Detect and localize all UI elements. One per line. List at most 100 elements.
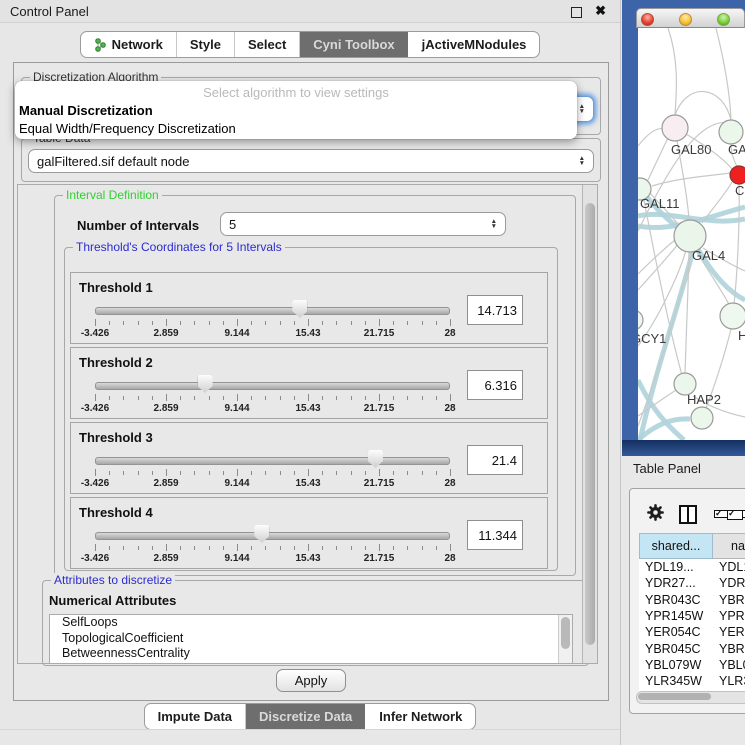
network-edge[interactable] — [734, 184, 739, 304]
slider-thumb[interactable] — [198, 375, 213, 393]
network-edge[interactable] — [675, 91, 731, 120]
float-panel-icon[interactable] — [571, 7, 582, 18]
table-data-combobox[interactable]: galFiltered.sif default node ▲▼ — [28, 149, 594, 173]
list-scrollbar[interactable] — [558, 615, 572, 663]
number-of-intervals-combobox[interactable]: 5 ▲▼ — [220, 212, 506, 236]
dropdown-placeholder: Select algorithm to view settings — [15, 83, 577, 102]
list-item[interactable]: SelfLoops — [50, 615, 572, 631]
group-title: Attributes to discretize — [51, 573, 175, 587]
table-data-group: Table Data galFiltered.sif default node … — [21, 138, 601, 182]
tab-discretize-data[interactable]: Discretize Data — [245, 704, 365, 729]
slider-thumb[interactable] — [292, 300, 307, 318]
network-node[interactable] — [638, 310, 643, 330]
slider-thumb[interactable] — [254, 525, 269, 543]
network-canvas[interactable]: GAL80GACGAL11GAL4GCY1HHAP2 — [638, 28, 745, 440]
cell-shared-name: YDL19... — [639, 560, 713, 574]
cell-shared-name: YBR045C — [639, 642, 713, 656]
list-item[interactable]: TopologicalCoefficient — [50, 631, 572, 647]
network-node[interactable] — [719, 120, 743, 144]
network-edge[interactable] — [638, 243, 679, 290]
slider-track[interactable] — [95, 382, 450, 390]
network-edge[interactable] — [668, 28, 676, 115]
scrollbar-thumb[interactable] — [585, 203, 595, 645]
network-icon — [94, 38, 107, 52]
network-node[interactable] — [730, 166, 745, 184]
node-label: GAL4 — [692, 248, 725, 263]
scrollbar-thumb[interactable] — [638, 693, 711, 700]
network-node[interactable] — [720, 303, 745, 329]
network-graph[interactable]: GAL80GACGAL11GAL4GCY1HHAP2 — [638, 28, 745, 440]
tick-label: 9.144 — [224, 328, 249, 339]
tick-label: 28 — [444, 478, 455, 489]
threshold-slider[interactable]: -3.4262.8599.14415.4321.71528 — [95, 348, 450, 420]
slider-track[interactable] — [95, 457, 450, 465]
threshold-slider[interactable]: -3.4262.8599.14415.4321.71528 — [95, 273, 450, 345]
network-node[interactable] — [691, 407, 713, 429]
threshold-slider[interactable]: -3.4262.8599.14415.4321.71528 — [95, 498, 450, 570]
column-header-name[interactable]: na — [713, 533, 745, 559]
control-panel-titlebar: Control Panel — [0, 0, 620, 23]
threshold-panel-2: Threshold 2-3.4262.8599.14415.4321.71528… — [70, 347, 548, 419]
cell-shared-name: YDR27... — [639, 576, 713, 590]
tab-cyni-toolbox[interactable]: Cyni Toolbox — [299, 32, 407, 57]
slider-tick-labels: -3.4262.8599.14415.4321.71528 — [95, 478, 450, 490]
table-row[interactable]: YBR043CYBR0 — [639, 592, 745, 608]
apply-button[interactable]: Apply — [276, 669, 347, 692]
tab-infer-network[interactable]: Infer Network — [365, 704, 475, 729]
threshold-value-field[interactable]: 21.4 — [467, 445, 523, 475]
cell-shared-name: YPR145W — [639, 609, 713, 623]
threshold-slider[interactable]: -3.4262.8599.14415.4321.71528 — [95, 423, 450, 495]
slider-tick-labels: -3.4262.8599.14415.4321.71528 — [95, 553, 450, 565]
tab-jactivemnodules[interactable]: jActiveMNodules — [408, 32, 540, 57]
tab-label: Discretize Data — [259, 709, 352, 724]
zoom-window-icon[interactable] — [717, 13, 730, 26]
slider-thumb[interactable] — [368, 450, 383, 468]
dropdown-option-equal-width-frequency[interactable]: Equal Width/Frequency Discretization — [15, 120, 577, 138]
threshold-value-field[interactable]: 14.713 — [467, 295, 523, 325]
table-row[interactable]: YDL19...YDL1 — [639, 559, 745, 575]
tick-label: -3.426 — [81, 478, 109, 489]
table-row[interactable]: YLR345WYLR3 — [639, 673, 745, 689]
slider-ticks — [95, 319, 450, 326]
slider-track[interactable] — [95, 532, 450, 540]
combo-arrows-icon: ▲▼ — [485, 219, 497, 229]
list-item[interactable]: BetweennessCentrality — [50, 646, 572, 662]
table-row[interactable]: YDR27...YDR2 — [639, 575, 745, 591]
table-row[interactable]: YER054CYER0 — [639, 624, 745, 640]
table-row[interactable]: YBL079WYBL0 — [639, 657, 745, 673]
slider-track[interactable] — [95, 307, 450, 315]
cyni-toolbox-panel: Discretization Algorithm ▲▼ Select algor… — [13, 62, 609, 701]
tab-network[interactable]: Network — [81, 32, 176, 57]
tab-select[interactable]: Select — [234, 32, 299, 57]
network-edge[interactable] — [648, 138, 668, 180]
table-row[interactable]: YBR045CYBR0 — [639, 640, 745, 656]
table-row[interactable]: YPR145WYPR1 — [639, 608, 745, 624]
scrollbar-thumb[interactable] — [561, 617, 570, 649]
split-columns-icon[interactable] — [679, 505, 697, 524]
table-rows[interactable]: YDL19...YDL1YDR27...YDR2YBR043CYBR0YPR14… — [639, 559, 745, 693]
dropdown-option-manual-discretization[interactable]: Manual Discretization — [15, 102, 577, 120]
column-header-shared-name[interactable]: shared... — [639, 533, 713, 559]
tick-label: 9.144 — [224, 553, 249, 564]
table-horizontal-scrollbar[interactable] — [636, 691, 745, 704]
numerical-attributes-list[interactable]: SelfLoopsTopologicalCoefficientBetweenne… — [49, 614, 573, 664]
tab-label: jActiveMNodules — [422, 37, 527, 52]
minimize-window-icon[interactable] — [679, 13, 692, 26]
threshold-value-field[interactable]: 6.316 — [467, 370, 523, 400]
numerical-attributes-label: Numerical Attributes — [49, 593, 176, 608]
gear-icon[interactable] — [647, 504, 664, 521]
threshold-value-field[interactable]: 11.344 — [467, 520, 523, 550]
close-panel-icon[interactable] — [595, 3, 606, 19]
checkbox-checked-icon[interactable] — [727, 510, 743, 520]
close-window-icon[interactable] — [641, 13, 654, 26]
cell-name: YLR3 — [713, 674, 745, 688]
network-edge[interactable] — [652, 173, 730, 186]
network-window-titlebar[interactable] — [636, 8, 745, 28]
network-window-frame-bottom — [622, 440, 745, 456]
tab-style[interactable]: Style — [176, 32, 234, 57]
cell-name: YDL1 — [713, 560, 745, 574]
network-edge[interactable] — [716, 28, 731, 120]
network-node[interactable] — [662, 115, 688, 141]
tab-impute-data[interactable]: Impute Data — [145, 704, 245, 729]
form-scrollbar[interactable] — [582, 185, 597, 663]
